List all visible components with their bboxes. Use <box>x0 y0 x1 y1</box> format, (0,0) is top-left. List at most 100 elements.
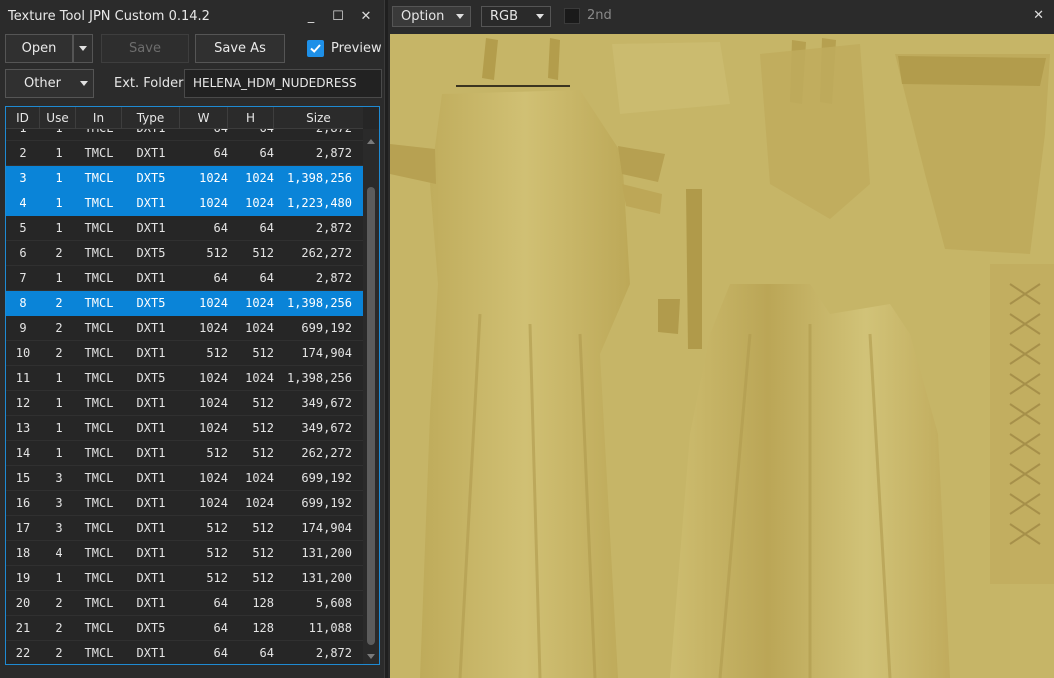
table-row[interactable]: 20 2 TMCL DXT1 64 128 5,608 <box>6 591 363 616</box>
table-row[interactable]: 17 3 TMCL DXT1 512 512 174,904 <box>6 516 363 541</box>
cell-h: 1024 <box>245 171 274 185</box>
column-header-in[interactable]: In <box>76 107 122 129</box>
cell-type: DXT1 <box>136 596 166 610</box>
channel-dropdown[interactable]: RGB <box>481 6 551 27</box>
scroll-up-icon[interactable] <box>367 139 375 144</box>
close-button[interactable]: ✕ <box>355 6 377 28</box>
table-row[interactable]: 22 2 TMCL DXT1 64 64 2,872 <box>6 641 363 664</box>
column-header-w[interactable]: W <box>180 107 228 129</box>
cell-use: 1 <box>55 421 63 435</box>
cell-h: 512 <box>252 246 274 260</box>
other-dropdown-label: Other <box>24 76 61 91</box>
table-row[interactable]: 3 1 TMCL DXT5 1024 1024 1,398,256 <box>6 166 363 191</box>
cell-type: DXT1 <box>136 221 166 235</box>
table-row[interactable]: 14 1 TMCL DXT1 512 512 262,272 <box>6 441 363 466</box>
cell-use: 2 <box>55 246 63 260</box>
cell-h: 512 <box>252 546 274 560</box>
ext-folder-field[interactable]: HELENA_HDM_NUDEDRESS <box>184 69 382 98</box>
cell-use: 2 <box>55 596 63 610</box>
cell-w: 64 <box>213 146 228 160</box>
save-button[interactable]: Save <box>101 34 189 63</box>
table-row[interactable]: 16 3 TMCL DXT1 1024 1024 699,192 <box>6 491 363 516</box>
cell-id: 2 <box>19 146 27 160</box>
cell-use: 2 <box>55 621 63 635</box>
open-dropdown-button[interactable] <box>73 34 93 63</box>
column-header-use[interactable]: Use <box>40 107 76 129</box>
cell-id: 6 <box>19 246 27 260</box>
cell-use: 3 <box>55 471 63 485</box>
table-row[interactable]: 6 2 TMCL DXT5 512 512 262,272 <box>6 241 363 266</box>
cell-h: 1024 <box>245 471 274 485</box>
cell-in: TMCL <box>84 621 114 635</box>
column-header-type[interactable]: Type <box>122 107 180 129</box>
second-checkbox[interactable] <box>564 8 580 24</box>
cell-in: TMCL <box>84 496 114 510</box>
cell-size: 5,608 <box>315 596 352 610</box>
cell-w: 512 <box>206 246 228 260</box>
cell-use: 1 <box>55 196 63 210</box>
cell-size: 2,872 <box>315 221 352 235</box>
cell-size: 174,904 <box>301 521 352 535</box>
table-row[interactable]: 21 2 TMCL DXT5 64 128 11,088 <box>6 616 363 641</box>
cell-id: 19 <box>15 571 31 585</box>
cell-h: 1024 <box>245 496 274 510</box>
cell-in: TMCL <box>84 296 114 310</box>
chevron-down-icon <box>80 81 88 86</box>
table-row[interactable]: 9 2 TMCL DXT1 1024 1024 699,192 <box>6 316 363 341</box>
window-title: Texture Tool JPN Custom 0.14.2 <box>8 9 210 24</box>
scroll-down-icon[interactable] <box>367 654 375 659</box>
table-row[interactable]: 15 3 TMCL DXT1 1024 1024 699,192 <box>6 466 363 491</box>
option-dropdown[interactable]: Option <box>392 6 471 27</box>
column-header-size[interactable]: Size <box>274 107 363 129</box>
cell-h: 1024 <box>245 371 274 385</box>
cell-use: 2 <box>55 646 63 660</box>
open-button[interactable]: Open <box>5 34 73 63</box>
chevron-down-icon <box>79 46 87 51</box>
cell-in: TMCL <box>84 571 114 585</box>
table-row[interactable]: 13 1 TMCL DXT1 1024 512 349,672 <box>6 416 363 441</box>
cell-type: DXT5 <box>136 296 166 310</box>
table-row[interactable]: 19 1 TMCL DXT1 512 512 131,200 <box>6 566 363 591</box>
check-icon <box>310 44 321 53</box>
texture-preview-image[interactable] <box>390 34 1054 678</box>
cell-w: 512 <box>206 346 228 360</box>
cell-use: 1 <box>55 371 63 385</box>
table-row[interactable]: 8 2 TMCL DXT5 1024 1024 1,398,256 <box>6 291 363 316</box>
ext-folder-label: Ext. Folder <box>114 76 184 91</box>
minimize-button[interactable]: _ <box>300 6 322 28</box>
table-row[interactable]: 2 1 TMCL DXT1 64 64 2,872 <box>6 141 363 166</box>
column-header-id[interactable]: ID <box>6 107 40 129</box>
save-as-button[interactable]: Save As <box>195 34 285 63</box>
cell-size: 2,872 <box>315 146 352 160</box>
cell-w: 1024 <box>199 496 228 510</box>
close-button[interactable]: ✕ <box>1033 8 1044 23</box>
table-row[interactable]: 10 2 TMCL DXT1 512 512 174,904 <box>6 341 363 366</box>
table-row[interactable]: 11 1 TMCL DXT5 1024 1024 1,398,256 <box>6 366 363 391</box>
table-row[interactable]: 18 4 TMCL DXT1 512 512 131,200 <box>6 541 363 566</box>
cell-size: 699,192 <box>301 496 352 510</box>
other-dropdown[interactable]: Other <box>5 69 94 98</box>
maximize-button[interactable]: ☐ <box>327 6 349 28</box>
cell-in: TMCL <box>84 196 114 210</box>
cell-h: 512 <box>252 396 274 410</box>
option-dropdown-label: Option <box>401 9 445 24</box>
column-header-h[interactable]: H <box>228 107 274 129</box>
cell-h: 512 <box>252 571 274 585</box>
table-row[interactable]: 7 1 TMCL DXT1 64 64 2,872 <box>6 266 363 291</box>
cell-in: TMCL <box>84 546 114 560</box>
table-row[interactable]: 5 1 TMCL DXT1 64 64 2,872 <box>6 216 363 241</box>
table-row[interactable]: 12 1 TMCL DXT1 1024 512 349,672 <box>6 391 363 416</box>
table-scrollbar[interactable] <box>363 129 379 664</box>
scrollbar-thumb[interactable] <box>367 187 375 645</box>
cell-w: 1024 <box>199 296 228 310</box>
channel-dropdown-value: RGB <box>490 9 519 24</box>
cell-use: 1 <box>55 571 63 585</box>
cell-size: 131,200 <box>301 571 352 585</box>
cell-id: 4 <box>19 196 27 210</box>
cell-type: DXT1 <box>136 496 166 510</box>
cell-id: 12 <box>15 396 31 410</box>
cell-h: 512 <box>252 521 274 535</box>
preview-checkbox[interactable] <box>307 40 324 57</box>
cell-in: TMCL <box>84 171 114 185</box>
table-row[interactable]: 4 1 TMCL DXT1 1024 1024 1,223,480 <box>6 191 363 216</box>
